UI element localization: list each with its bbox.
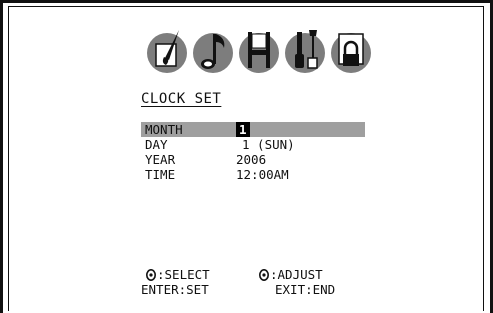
time-value[interactable]: 12:00AM (236, 167, 289, 182)
tools-icon[interactable] (283, 24, 327, 74)
dial-icon (146, 269, 156, 281)
setting-row-year[interactable]: YEAR 2006 (141, 152, 365, 167)
osd-screen: CLOCK SET MONTH 1 DAY 1 (SUN) YEAR 2006 … (8, 6, 484, 311)
setting-row-month[interactable]: MONTH 1 (141, 122, 365, 137)
dial-icon (259, 269, 269, 281)
exit-hint: EXIT:END (275, 282, 336, 297)
adjust-hint: :ADJUST (259, 268, 323, 282)
select-hint: :SELECT (146, 268, 210, 282)
music-note-icon[interactable] (191, 24, 235, 74)
setting-label: MONTH (145, 122, 183, 137)
month-value[interactable]: 1 (236, 122, 250, 137)
year-value[interactable]: 2006 (236, 152, 266, 167)
select-hint-text: :SELECT (157, 267, 210, 282)
setting-label: DAY (145, 137, 168, 152)
bench-icon[interactable] (237, 24, 281, 74)
setting-row-time[interactable]: TIME 12:00AM (141, 167, 365, 182)
picture-brush-icon[interactable] (145, 24, 189, 74)
setting-label: TIME (145, 167, 176, 182)
page-title: CLOCK SET (141, 91, 222, 107)
menu-icon-bar (145, 24, 373, 74)
setting-label: YEAR (145, 152, 176, 167)
adjust-hint-text: :ADJUST (270, 267, 323, 282)
settings-list: MONTH 1 DAY 1 (SUN) YEAR 2006 TIME 12:00… (141, 122, 365, 182)
day-value[interactable]: 1 (SUN) (242, 137, 295, 152)
setting-row-day[interactable]: DAY 1 (SUN) (141, 137, 365, 152)
enter-hint: ENTER:SET (141, 282, 209, 297)
lock-icon[interactable] (329, 24, 373, 74)
